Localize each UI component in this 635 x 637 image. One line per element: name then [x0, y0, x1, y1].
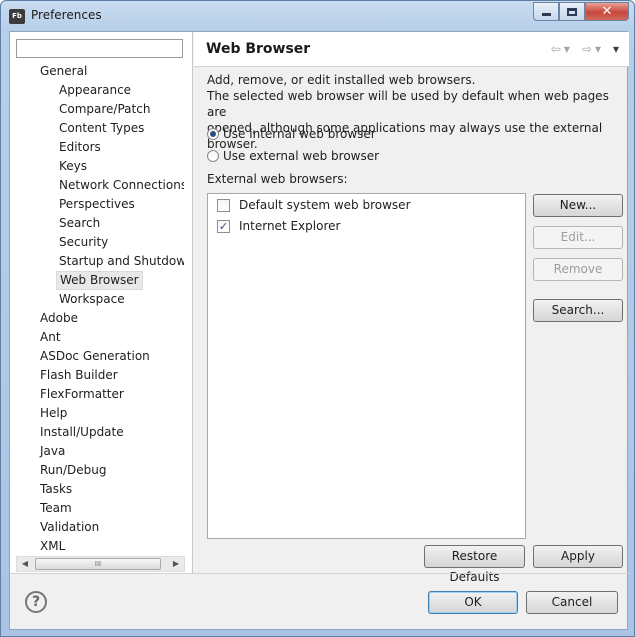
maximize-icon — [567, 7, 577, 16]
use-external-browser-option[interactable]: Use external web browser — [207, 147, 379, 165]
use-internal-browser-option[interactable]: Use internal web browser — [207, 125, 376, 143]
browser-name: Internet Explorer — [239, 219, 341, 233]
tree-item[interactable]: Editors — [59, 138, 101, 157]
external-browser-label: Use external web browser — [223, 149, 380, 163]
title-bar[interactable]: Fb Preferences ✕ — [1, 1, 634, 31]
window-controls: ✕ — [533, 2, 629, 21]
tree-item[interactable]: Keys — [59, 157, 87, 176]
tree-item[interactable]: Java — [40, 442, 65, 461]
tree-item[interactable]: Security — [59, 233, 108, 252]
tree-item[interactable]: Adobe — [40, 309, 78, 328]
page-header: Web Browser ⇦ ▾ ⇨ ▾ ▾ — [194, 32, 629, 67]
ok-button[interactable]: OK — [428, 591, 518, 614]
new-browser-button[interactable]: New... — [533, 194, 623, 217]
tree-item[interactable]: Network Connections — [59, 176, 184, 195]
apply-button[interactable]: Apply — [533, 545, 623, 568]
tree-item[interactable]: Workspace — [59, 290, 125, 309]
scrollbar-thumb[interactable]: III — [35, 558, 161, 570]
scroll-right-arrow-icon[interactable]: ▶ — [168, 557, 184, 571]
page-title: Web Browser — [206, 41, 311, 57]
internal-browser-radio[interactable] — [207, 128, 219, 140]
list-item[interactable]: ✓ Internet Explorer — [217, 217, 340, 235]
internal-browser-label: Use internal web browser — [223, 127, 376, 141]
remove-browser-button[interactable]: Remove — [533, 258, 623, 281]
description-line: Add, remove, or edit installed web brows… — [207, 73, 476, 87]
tree-item[interactable]: Search — [59, 214, 100, 233]
minimize-icon — [541, 13, 551, 16]
tree-item[interactable]: Team — [40, 499, 72, 518]
view-menu-icon[interactable]: ▾ — [613, 42, 619, 56]
tree-item[interactable]: Content Types — [59, 119, 144, 138]
tree-item[interactable]: Compare/Patch — [59, 100, 150, 119]
cancel-button[interactable]: Cancel — [526, 591, 618, 614]
forward-arrow-icon[interactable]: ⇨ — [582, 42, 592, 56]
preference-tree-pane: General Appearance Compare/Patch Content Ty… — [10, 32, 193, 573]
tree-item[interactable]: Perspectives — [59, 195, 135, 214]
tree-item[interactable]: Run/Debug — [40, 461, 107, 480]
scroll-left-arrow-icon[interactable]: ◀ — [17, 557, 33, 571]
maximize-button[interactable] — [559, 2, 585, 21]
description-line: The selected web browser will be used by… — [207, 89, 609, 119]
external-browsers-label: External web browsers: — [207, 172, 348, 186]
forward-dropdown-icon[interactable]: ▾ — [595, 42, 601, 56]
page-navigation: ⇦ ▾ ⇨ ▾ ▾ — [551, 42, 619, 56]
preference-page: Web Browser ⇦ ▾ ⇨ ▾ ▾ Add, remove, or ed… — [194, 32, 629, 584]
back-arrow-icon[interactable]: ⇦ — [551, 42, 561, 56]
tree-viewport: General Appearance Compare/Patch Content Ty… — [10, 32, 184, 552]
list-item[interactable]: Default system web browser — [217, 196, 411, 214]
tree-item[interactable]: Startup and Shutdowr — [59, 252, 184, 271]
browser-name: Default system web browser — [239, 198, 411, 212]
tree-item[interactable]: Tasks — [40, 480, 72, 499]
close-icon: ✕ — [601, 4, 613, 19]
edit-browser-button[interactable]: Edit... — [533, 226, 623, 249]
dialog-client-area: General Appearance Compare/Patch Content Ty… — [9, 31, 629, 630]
minimize-button[interactable] — [533, 2, 559, 21]
tree-item[interactable]: Web Browser — [56, 271, 143, 290]
tree-item[interactable]: XML — [40, 537, 65, 552]
browser-checkbox[interactable]: ✓ — [217, 219, 230, 233]
tree-item[interactable]: Validation — [40, 518, 99, 537]
tree-item[interactable]: ASDoc Generation — [40, 347, 150, 366]
external-browser-radio[interactable] — [207, 150, 219, 162]
browser-checkbox[interactable] — [217, 198, 230, 212]
tree-item[interactable]: FlexFormatter — [40, 385, 124, 404]
tree-item[interactable]: Ant — [40, 328, 61, 347]
footer-separator — [10, 573, 629, 574]
tree-item[interactable]: Flash Builder — [40, 366, 118, 385]
restore-defaults-button[interactable]: Restore Defaults — [424, 545, 525, 584]
flash-builder-app-icon: Fb — [9, 9, 25, 24]
search-browsers-button[interactable]: Search... — [533, 299, 623, 322]
tree-horizontal-scrollbar[interactable]: ◀ III ▶ — [16, 556, 185, 572]
tree-item[interactable]: Appearance — [59, 81, 131, 100]
help-icon[interactable]: ? — [25, 591, 47, 613]
tree-item[interactable]: General — [40, 62, 87, 81]
tree-item[interactable]: Help — [40, 404, 67, 423]
close-button[interactable]: ✕ — [585, 2, 629, 21]
preferences-window: Fb Preferences ✕ General Appearance Compar… — [0, 0, 635, 637]
window-title: Preferences — [31, 8, 102, 22]
tree-item[interactable]: Install/Update — [40, 423, 124, 442]
back-dropdown-icon[interactable]: ▾ — [564, 42, 570, 56]
external-browsers-list[interactable]: Default system web browser ✓ Internet Ex… — [207, 193, 526, 539]
